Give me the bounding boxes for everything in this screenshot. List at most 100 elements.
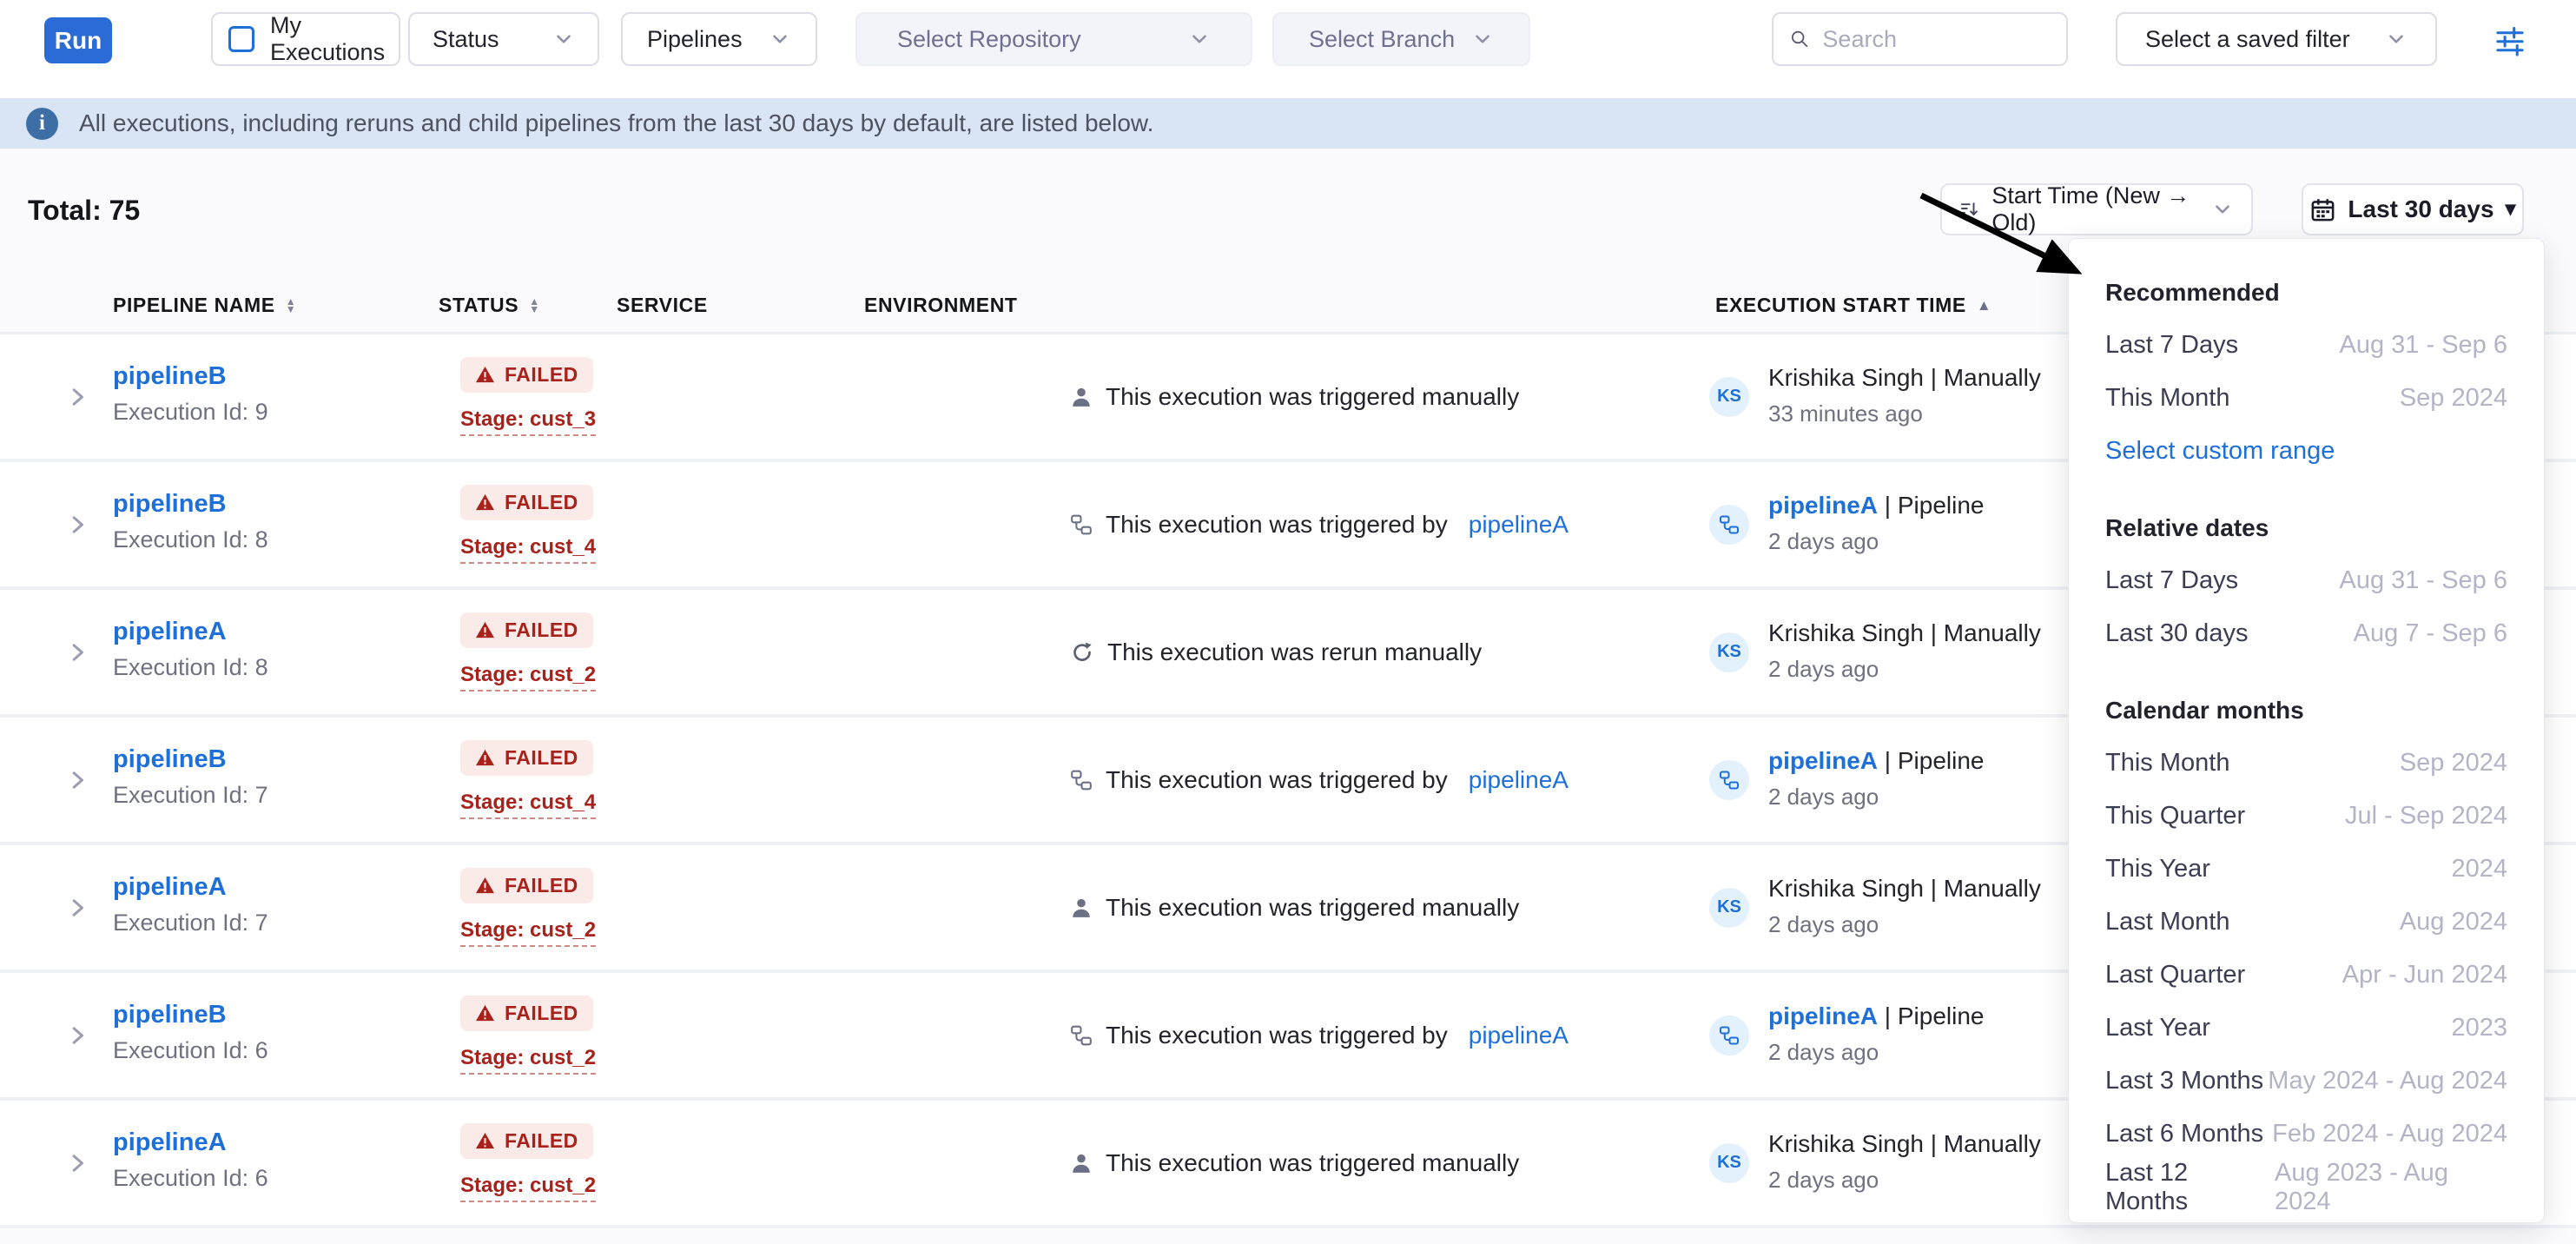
column-header-service: SERVICE bbox=[617, 294, 708, 317]
expand-chevron-icon[interactable] bbox=[66, 513, 89, 536]
menu-item-last-3-months[interactable]: Last 3 Months May 2024 - Aug 2024 bbox=[2105, 1055, 2507, 1108]
sort-dual-icon[interactable]: ▲▼ bbox=[286, 298, 296, 313]
menu-item-this-quarter[interactable]: This Quarter Jul - Sep 2024 bbox=[2105, 790, 2507, 843]
pipeline-name-link[interactable]: pipelineA bbox=[113, 1128, 227, 1157]
menu-item-this-month[interactable]: This Month Sep 2024 bbox=[2105, 372, 2507, 425]
user-icon bbox=[1070, 386, 1093, 408]
menu-item-last-7-days[interactable]: Last 7 Days Aug 31 - Sep 6 bbox=[2105, 319, 2507, 372]
failed-stage-link[interactable]: Stage: cust_4 bbox=[460, 791, 596, 819]
avatar: KS bbox=[1709, 377, 1749, 417]
section-title-calendar-months: Calendar months bbox=[2105, 685, 2507, 737]
expand-chevron-icon[interactable] bbox=[66, 641, 89, 664]
search-box[interactable] bbox=[1772, 12, 2068, 66]
failed-stage-link[interactable]: Stage: cust_2 bbox=[460, 663, 596, 691]
trigger-info: This execution was triggered bypipelineA bbox=[1070, 766, 1569, 794]
rerun-icon bbox=[1070, 640, 1094, 665]
menu-item-last-6-months[interactable]: Last 6 Months Feb 2024 - Aug 2024 bbox=[2105, 1108, 2507, 1161]
trigger-info: This execution was triggered by pipelineA bbox=[1070, 511, 1569, 539]
failed-stage-link[interactable]: Stage: cust_2 bbox=[460, 1046, 596, 1075]
pipeline-name-link[interactable]: pipelineA bbox=[113, 618, 227, 646]
status-badge: FAILED bbox=[460, 868, 593, 903]
menu-item-select-custom-range[interactable]: Select custom range bbox=[2105, 425, 2507, 478]
start-time-relative: 2 days ago bbox=[1768, 1039, 1879, 1066]
column-header-status[interactable]: STATUS ▲▼ bbox=[439, 294, 540, 317]
column-header-pipeline-name[interactable]: PIPELINE NAME ▲▼ bbox=[113, 294, 296, 317]
menu-item-last-year[interactable]: Last Year 2023 bbox=[2105, 1002, 2507, 1055]
execution-id: Execution Id: 8 bbox=[113, 654, 268, 681]
run-button[interactable]: Run bbox=[44, 17, 112, 63]
search-input[interactable] bbox=[1822, 26, 2051, 53]
trigger-pipeline-link[interactable]: pipelineA bbox=[1469, 766, 1569, 794]
warning-triangle-icon bbox=[475, 877, 495, 895]
select-repository-dropdown[interactable]: Select Repository bbox=[855, 12, 1252, 66]
filter-settings-button[interactable] bbox=[2487, 17, 2533, 63]
execution-id: Execution Id: 8 bbox=[113, 526, 268, 553]
pipeline-name-link[interactable]: pipelineA bbox=[113, 873, 227, 902]
user-icon bbox=[1070, 897, 1093, 919]
expand-chevron-icon[interactable] bbox=[66, 1024, 89, 1047]
avatar bbox=[1709, 505, 1749, 545]
trigger-info: This execution was triggered manually bbox=[1070, 1149, 1540, 1177]
start-time-relative: 33 minutes ago bbox=[1768, 400, 1923, 427]
saved-filter-dropdown[interactable]: Select a saved filter bbox=[2116, 12, 2437, 66]
menu-item-last-30-days[interactable]: Last 30 days Aug 7 - Sep 6 bbox=[2105, 607, 2507, 660]
pipelines-filter-label: Pipelines bbox=[647, 26, 743, 53]
pipeline-name-link[interactable]: pipelineB bbox=[113, 745, 227, 774]
expand-chevron-icon[interactable] bbox=[66, 1152, 89, 1175]
trigger-info: This execution was triggered manually bbox=[1070, 383, 1540, 411]
status-badge: FAILED bbox=[460, 740, 593, 776]
pipeline-name-link[interactable]: pipelineB bbox=[113, 1001, 227, 1029]
sort-dropdown[interactable]: Start Time (New → Old) bbox=[1940, 183, 2253, 235]
chevron-down-icon bbox=[2385, 28, 2408, 50]
starter-pipeline-link[interactable]: pipelineA bbox=[1768, 492, 1878, 519]
starter-pipeline-link[interactable]: pipelineA bbox=[1768, 747, 1878, 774]
sort-label: Start Time (New → Old) bbox=[1991, 182, 2199, 236]
caret-down-icon: ▾ bbox=[2506, 199, 2516, 220]
failed-stage-link[interactable]: Stage: cust_2 bbox=[460, 918, 596, 947]
started-by: pipelineA | Pipeline bbox=[1768, 1002, 1984, 1030]
section-title-relative-dates: Relative dates bbox=[2105, 502, 2507, 554]
pipelines-filter-dropdown[interactable]: Pipelines bbox=[621, 12, 817, 66]
trigger-text: This execution was triggered manually bbox=[1106, 894, 1519, 922]
select-branch-label: Select Branch bbox=[1309, 26, 1455, 53]
checkbox-icon[interactable] bbox=[228, 26, 254, 52]
started-by: pipelineA | Pipeline bbox=[1768, 492, 1984, 519]
trigger-text: This execution was triggered by bbox=[1106, 511, 1448, 539]
menu-item-last-12-months[interactable]: Last 12 Months Aug 2023 - Aug 2024 bbox=[2105, 1161, 2507, 1214]
menu-item-last-month[interactable]: Last Month Aug 2024 bbox=[2105, 896, 2507, 949]
failed-stage-link[interactable]: Stage: cust_4 bbox=[460, 535, 596, 564]
executions-page: Run My Executions Status Pipelines Selec… bbox=[0, 0, 2576, 1244]
pipeline-name-link[interactable]: pipelineB bbox=[113, 362, 227, 391]
select-branch-dropdown[interactable]: Select Branch bbox=[1272, 12, 1530, 66]
starter-pipeline-link[interactable]: pipelineA bbox=[1768, 1002, 1878, 1029]
column-header-execution-start-time[interactable]: EXECUTION START TIME ▲ bbox=[1715, 294, 1991, 317]
sort-icon bbox=[1959, 197, 1979, 222]
failed-stage-link[interactable]: Stage: cust_3 bbox=[460, 407, 596, 436]
trigger-text: This execution was triggered manually bbox=[1106, 1149, 1519, 1177]
sort-dual-icon[interactable]: ▲▼ bbox=[529, 298, 539, 313]
menu-item-last-7-days[interactable]: Last 7 Days Aug 31 - Sep 6 bbox=[2105, 554, 2507, 607]
info-banner: i All executions, including reruns and c… bbox=[0, 98, 2576, 149]
filter-sliders-icon bbox=[2493, 23, 2527, 57]
failed-stage-link[interactable]: Stage: cust_2 bbox=[460, 1174, 596, 1202]
date-range-button[interactable]: Last 30 days ▾ bbox=[2302, 183, 2524, 235]
menu-item-this-month[interactable]: This Month Sep 2024 bbox=[2105, 737, 2507, 790]
menu-item-last-quarter[interactable]: Last Quarter Apr - Jun 2024 bbox=[2105, 949, 2507, 1002]
menu-item-this-year[interactable]: This Year 2024 bbox=[2105, 843, 2507, 896]
pipeline-name-link[interactable]: pipelineB bbox=[113, 490, 227, 519]
avatar: KS bbox=[1709, 632, 1749, 672]
expand-chevron-icon[interactable] bbox=[66, 386, 89, 408]
execution-id: Execution Id: 6 bbox=[113, 1165, 268, 1192]
warning-triangle-icon bbox=[475, 366, 495, 384]
pipeline-icon bbox=[1070, 1024, 1093, 1047]
expand-chevron-icon[interactable] bbox=[66, 769, 89, 791]
expand-chevron-icon[interactable] bbox=[66, 897, 89, 919]
calendar-icon bbox=[2309, 196, 2336, 223]
my-executions-checkbox[interactable]: My Executions bbox=[211, 12, 400, 66]
trigger-pipeline-link[interactable]: pipelineA bbox=[1469, 1022, 1569, 1049]
trigger-pipeline-link[interactable]: pipelineA bbox=[1469, 511, 1569, 539]
user-icon bbox=[1070, 1152, 1093, 1175]
my-executions-label: My Executions bbox=[270, 12, 385, 66]
toolbar: Run My Executions Status Pipelines Selec… bbox=[0, 0, 2576, 98]
status-filter-dropdown[interactable]: Status bbox=[408, 12, 599, 66]
